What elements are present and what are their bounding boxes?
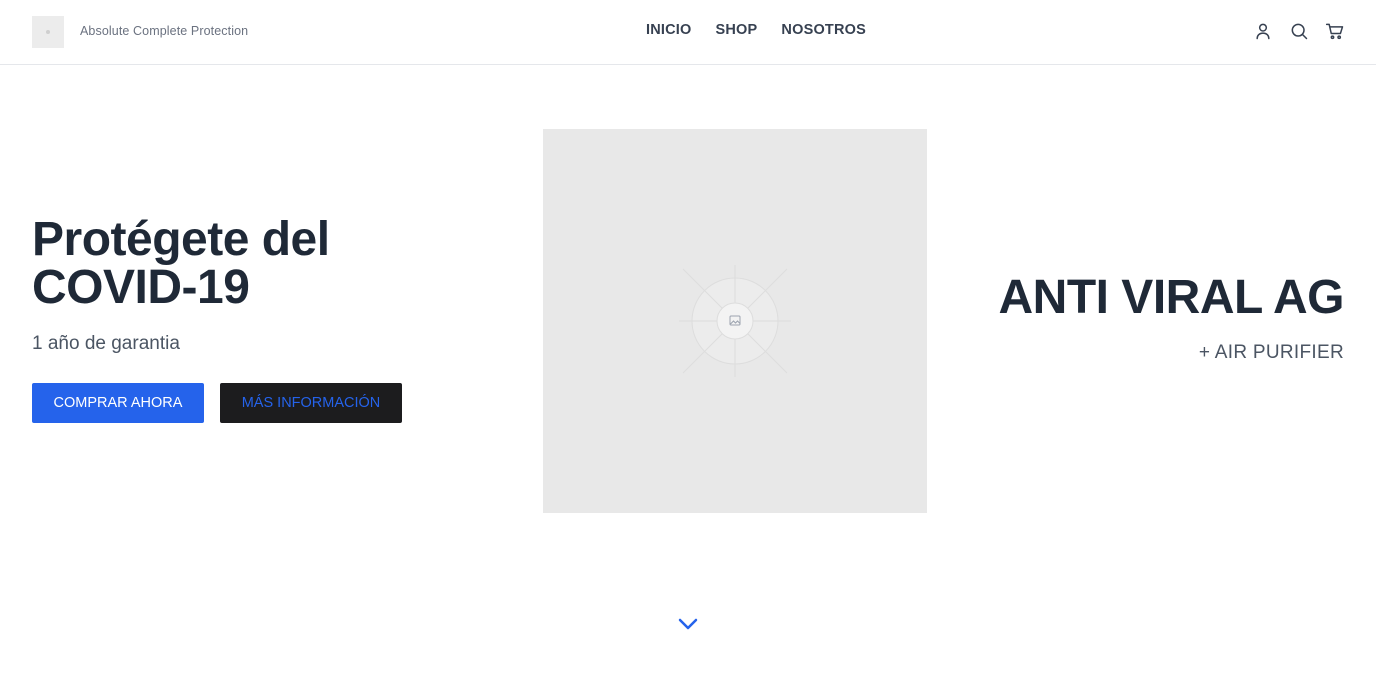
logo[interactable] (32, 16, 64, 48)
nav-item-nosotros[interactable]: NOSOTROS (781, 22, 866, 38)
chevron-down-icon (678, 618, 698, 630)
scroll-down-button[interactable] (676, 614, 700, 634)
more-info-button[interactable]: MÁS INFORMACIÓN (220, 383, 402, 423)
cart-icon[interactable] (1324, 20, 1346, 42)
image-placeholder-icon (679, 265, 791, 377)
product-image-placeholder (543, 129, 927, 513)
search-icon[interactable] (1288, 20, 1310, 42)
header-actions (1252, 20, 1346, 42)
nav-item-inicio[interactable]: INICIO (646, 22, 692, 38)
user-icon[interactable] (1252, 20, 1274, 42)
buy-now-button[interactable]: COMPRAR AHORA (32, 383, 204, 423)
product-subtitle: + AIR PURIFIER (1198, 342, 1344, 363)
hero-title: Protégete del COVID-19 (32, 213, 330, 314)
nav-item-shop[interactable]: SHOP (716, 22, 758, 38)
hero-subtitle: 1 año de garantia (32, 333, 180, 354)
product-name: ANTI VIRAL AG (998, 271, 1344, 324)
main-nav: INICIO SHOP NOSOTROS (646, 22, 866, 38)
site-header: Absolute Complete Protection INICIO SHOP… (0, 0, 1376, 65)
brand-name: Absolute Complete Protection (80, 24, 249, 38)
logo-mark (46, 30, 50, 34)
